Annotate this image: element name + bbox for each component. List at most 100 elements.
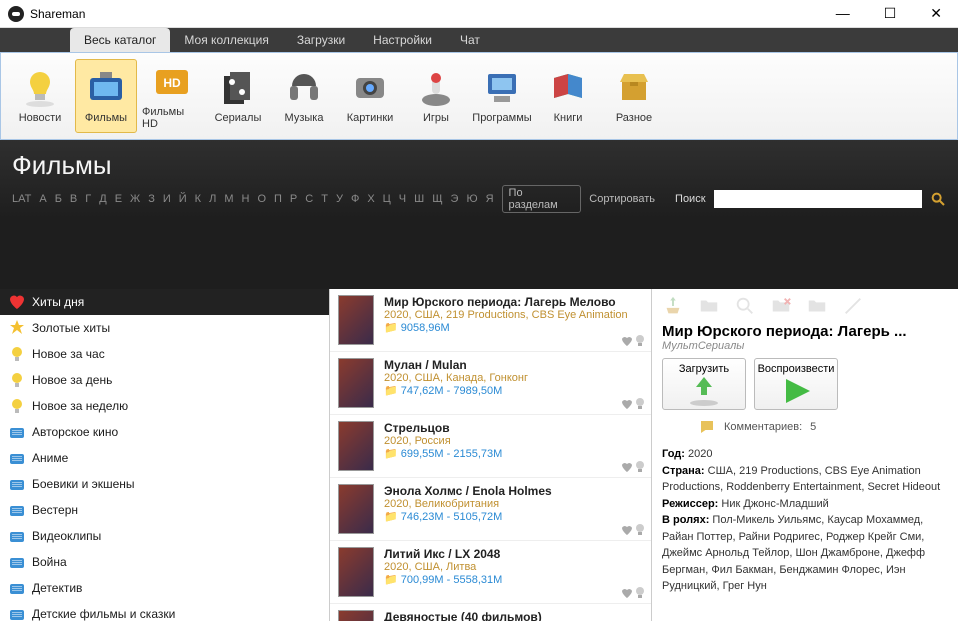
alpha-К[interactable]: К xyxy=(195,193,201,205)
detail-title: Мир Юрского периода: Лагерь ... xyxy=(662,323,948,340)
books-icon xyxy=(548,68,588,108)
sidebar-label: Боевики и экшены xyxy=(32,477,135,491)
list-item[interactable]: Девяностые (40 фильмов)2016-2019, Россия… xyxy=(330,604,651,621)
sidebar-item-8[interactable]: Вестерн xyxy=(0,497,329,523)
alpha-Ц[interactable]: Ц xyxy=(383,193,391,205)
alpha-Ф[interactable]: Ф xyxy=(351,193,359,205)
alpha-М[interactable]: М xyxy=(224,193,233,205)
toolbar-filmshd[interactable]: HDФильмы HD xyxy=(141,59,203,133)
toolbar-misc[interactable]: Разное xyxy=(603,59,665,133)
alpha-Т[interactable]: Т xyxy=(321,193,328,205)
alpha-Д[interactable]: Д xyxy=(99,193,106,205)
heart-icon[interactable] xyxy=(621,461,633,473)
download-button[interactable]: Загрузить xyxy=(662,358,746,410)
alpha-С[interactable]: С xyxy=(305,193,313,205)
item-title: Энола Холмс / Enola Holmes xyxy=(384,484,643,498)
alpha-П[interactable]: П xyxy=(274,193,282,205)
sidebar-label: Новое за час xyxy=(32,347,105,361)
list-item[interactable]: Мир Юрского периода: Лагерь Мелово2020, … xyxy=(330,289,651,352)
sidebar-item-11[interactable]: Детектив xyxy=(0,575,329,601)
toolbar-films[interactable]: Фильмы xyxy=(75,59,137,133)
alpha-Я[interactable]: Я xyxy=(486,193,494,205)
alpha-Ю[interactable]: Ю xyxy=(466,193,477,205)
toolbar-pics[interactable]: Картинки xyxy=(339,59,401,133)
share-icon[interactable] xyxy=(662,295,684,317)
menu-tab-4[interactable]: Чат xyxy=(446,28,494,52)
search-input[interactable] xyxy=(714,190,922,208)
comments-row[interactable]: Комментариев: 5 xyxy=(698,418,948,436)
alpha-Ж[interactable]: Ж xyxy=(130,193,140,205)
alpha-Н[interactable]: Н xyxy=(241,193,249,205)
alpha-Ш[interactable]: Ш xyxy=(414,193,424,205)
sidebar-item-1[interactable]: Золотые хиты xyxy=(0,315,329,341)
sidebar-item-0[interactable]: Хиты дня xyxy=(0,289,329,315)
titlebar: Shareman — ☐ ✕ xyxy=(0,0,958,28)
sidebar-item-6[interactable]: Аниме xyxy=(0,445,329,471)
item-title: Мир Юрского периода: Лагерь Мелово xyxy=(384,295,643,309)
folder-icon[interactable] xyxy=(698,295,720,317)
toolbar-progs[interactable]: Программы xyxy=(471,59,533,133)
app-logo-icon xyxy=(8,6,24,22)
alpha-И[interactable]: И xyxy=(163,193,171,205)
menu-tab-0[interactable]: Весь каталог xyxy=(70,28,170,52)
sidebar-item-12[interactable]: Детские фильмы и сказки xyxy=(0,601,329,621)
alpha-З[interactable]: З xyxy=(148,193,155,205)
menu-tab-3[interactable]: Настройки xyxy=(359,28,446,52)
sidebar: Хиты дняЗолотые хиты Новое за час Новое за… xyxy=(0,289,330,621)
games-icon xyxy=(416,68,456,108)
item-title: Литий Икс / LX 2048 xyxy=(384,547,643,561)
list-item[interactable]: Литий Икс / LX 20482020, США, Литва📁 700… xyxy=(330,541,651,604)
magic-icon[interactable] xyxy=(842,295,864,317)
play-button[interactable]: Воспроизвести xyxy=(754,358,838,410)
alpha-Ч[interactable]: Ч xyxy=(399,193,406,205)
alpha-Л[interactable]: Л xyxy=(209,193,216,205)
alpha-Э[interactable]: Э xyxy=(451,193,459,205)
sidebar-item-2[interactable]: Новое за час xyxy=(0,341,329,367)
sidebar-item-7[interactable]: Боевики и экшены xyxy=(0,471,329,497)
sidebar-item-3[interactable]: Новое за день xyxy=(0,367,329,393)
minimize-button[interactable]: — xyxy=(828,5,858,22)
bulb-small-icon xyxy=(635,587,645,599)
search-icon[interactable] xyxy=(930,191,946,207)
sidebar-item-4[interactable]: Новое за неделю xyxy=(0,393,329,419)
alpha-Щ[interactable]: Щ xyxy=(432,193,442,205)
favorite-icon[interactable] xyxy=(806,295,828,317)
zoom-icon[interactable] xyxy=(734,295,756,317)
alpha-А[interactable]: А xyxy=(39,193,46,205)
list-item[interactable]: Мулан / Mulan2020, США, Канада, Гонконг📁… xyxy=(330,352,651,415)
maximize-button[interactable]: ☐ xyxy=(876,5,905,22)
alpha-О[interactable]: О xyxy=(257,193,266,205)
remove-icon[interactable] xyxy=(770,295,792,317)
toolbar-label: Программы xyxy=(472,112,531,124)
menu-tab-1[interactable]: Моя коллекция xyxy=(170,28,282,52)
alpha-Е[interactable]: Е xyxy=(115,193,122,205)
heart-icon[interactable] xyxy=(621,524,633,536)
alpha-Й[interactable]: Й xyxy=(179,193,187,205)
heart-icon[interactable] xyxy=(621,335,633,347)
heart-icon[interactable] xyxy=(621,398,633,410)
toolbar-books[interactable]: Книги xyxy=(537,59,599,133)
alpha-LAT[interactable]: LAT xyxy=(12,193,31,205)
toolbar-news[interactable]: Новости xyxy=(9,59,71,133)
films-icon xyxy=(86,68,126,108)
list-item[interactable]: Стрельцов2020, Россия📁 699,55M - 2155,73… xyxy=(330,415,651,478)
alpha-Б[interactable]: Б xyxy=(55,193,62,205)
sort-button[interactable]: Сортировать xyxy=(589,193,655,205)
alpha-Р[interactable]: Р xyxy=(290,193,297,205)
toolbar-music[interactable]: Музыка xyxy=(273,59,335,133)
toolbar-games[interactable]: Игры xyxy=(405,59,467,133)
sidebar-item-10[interactable]: Война xyxy=(0,549,329,575)
heart-icon[interactable] xyxy=(621,587,633,599)
by-sections-button[interactable]: По разделам xyxy=(502,185,582,213)
menu-tab-2[interactable]: Загрузки xyxy=(283,28,359,52)
alpha-Г[interactable]: Г xyxy=(85,193,91,205)
alpha-У[interactable]: У xyxy=(336,193,343,205)
toolbar-serials[interactable]: Сериалы xyxy=(207,59,269,133)
close-button[interactable]: ✕ xyxy=(922,5,950,22)
alpha-Х[interactable]: Х xyxy=(367,193,374,205)
sidebar-item-5[interactable]: Авторское кино xyxy=(0,419,329,445)
list-item[interactable]: Энола Холмс / Enola Holmes2020, Великобр… xyxy=(330,478,651,541)
alpha-В[interactable]: В xyxy=(70,193,77,205)
toolbar-label: Картинки xyxy=(347,112,394,124)
sidebar-item-9[interactable]: Видеоклипы xyxy=(0,523,329,549)
